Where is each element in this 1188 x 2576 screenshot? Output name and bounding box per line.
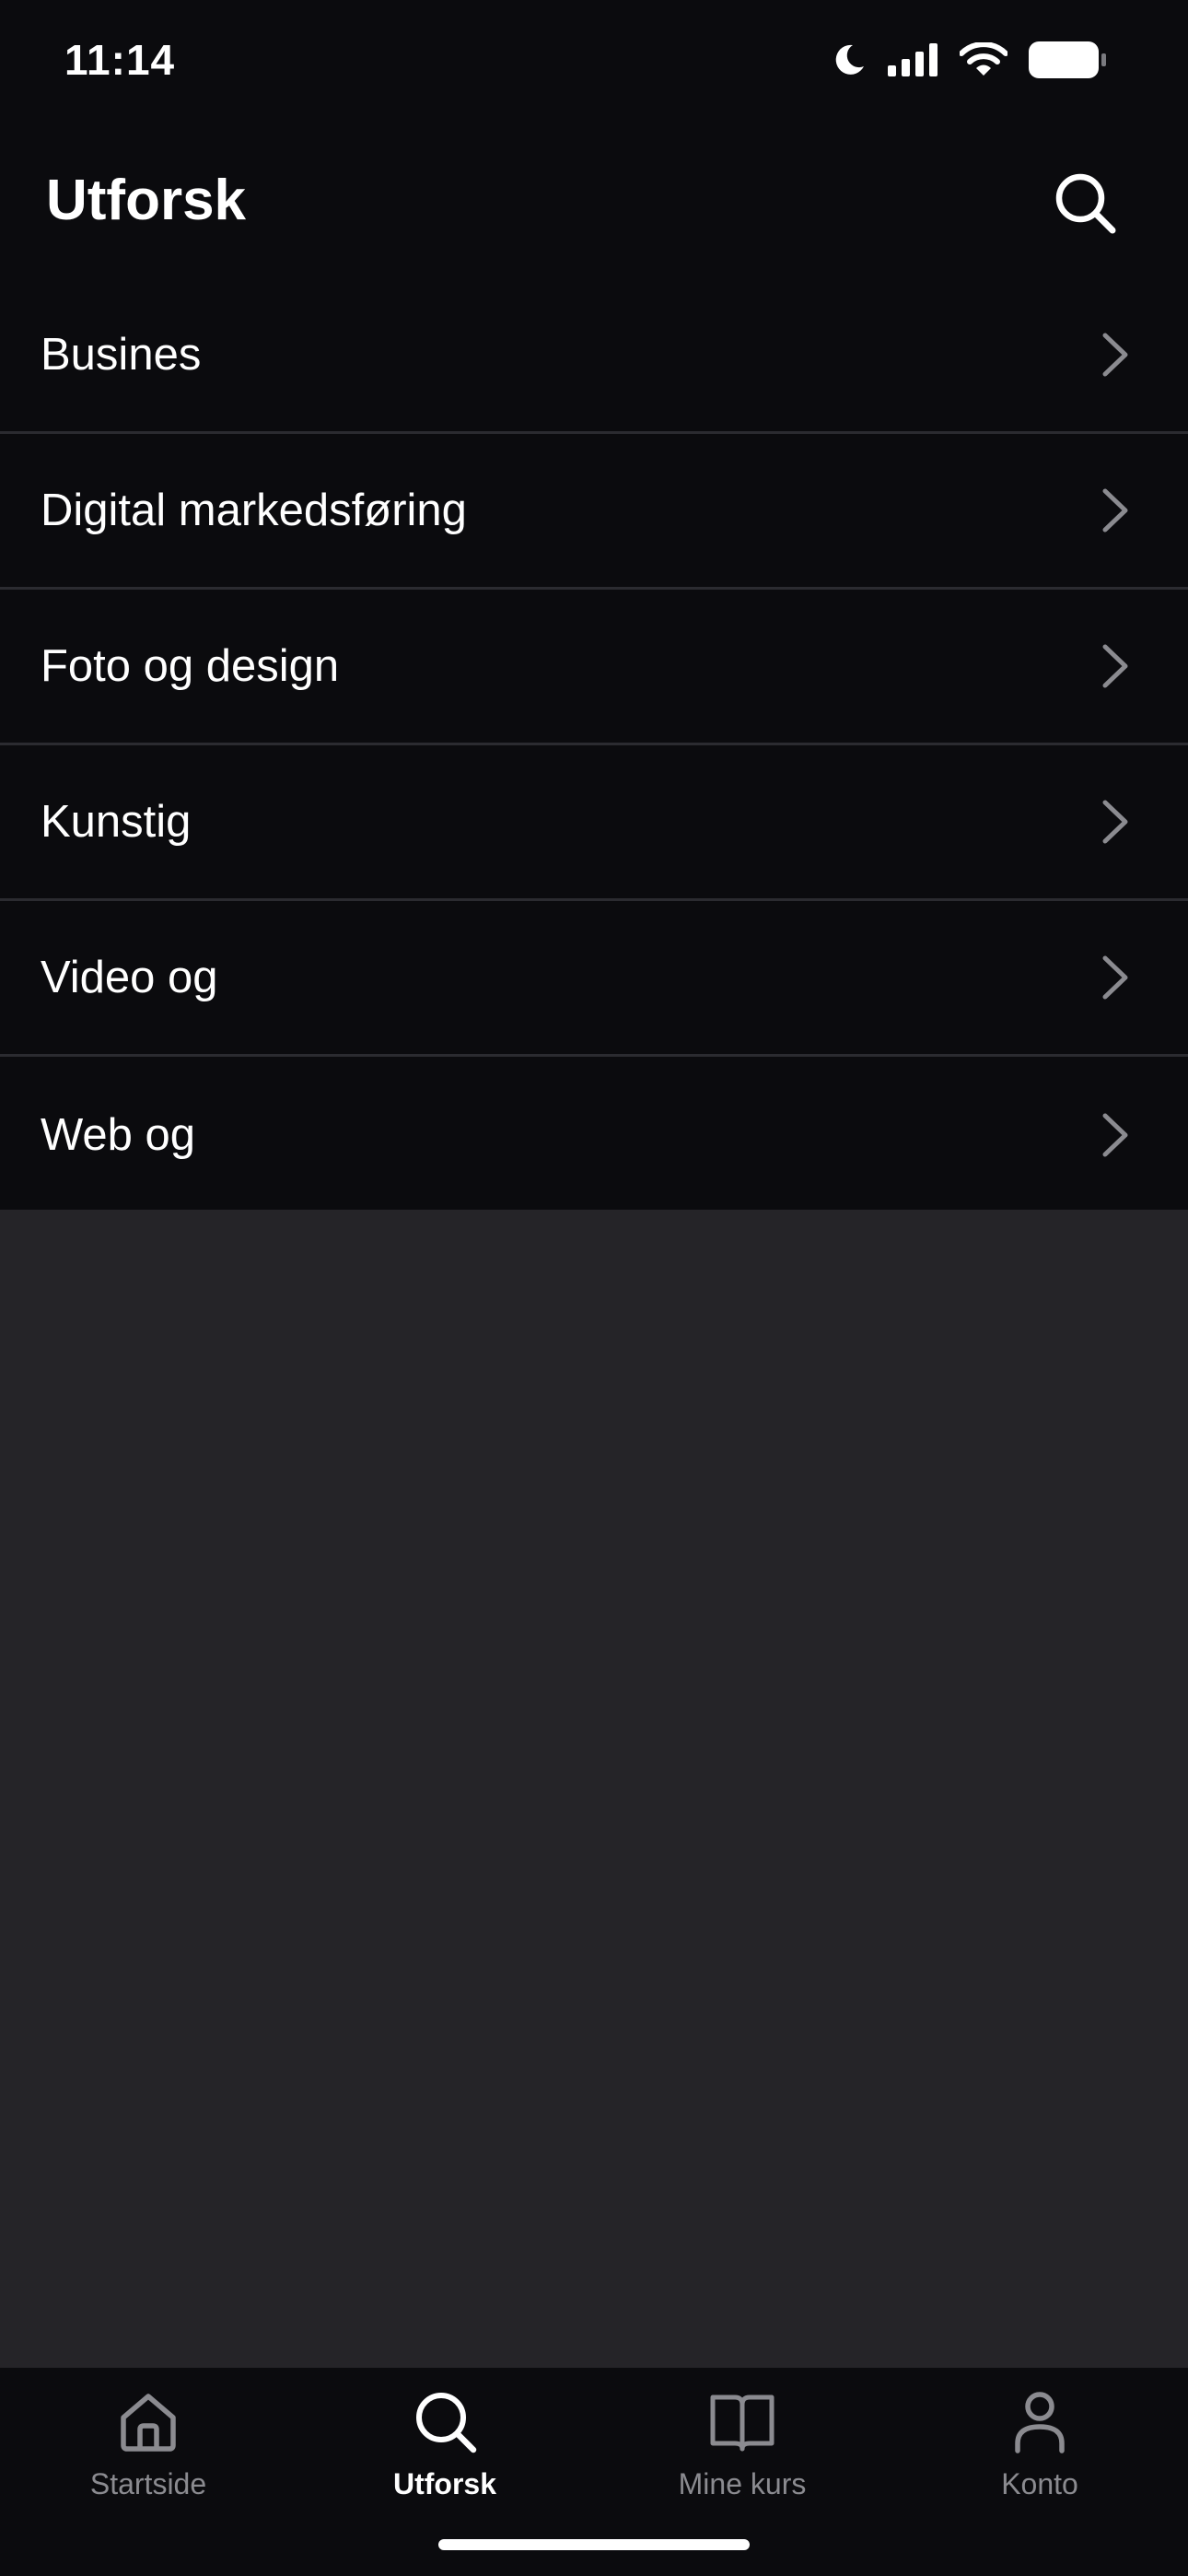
- page-header: Utforsk: [0, 157, 1188, 249]
- search-icon[interactable]: [1052, 170, 1118, 236]
- tab-utforsk[interactable]: Utforsk: [297, 2388, 593, 2508]
- tab-mine-kurs[interactable]: Mine kurs: [594, 2388, 891, 2508]
- search-icon: [416, 2393, 477, 2453]
- category-label: Foto og design: [41, 641, 340, 691]
- category-item-web-og[interactable]: Web og: [0, 1057, 1188, 1212]
- category-item-foto-og-design[interactable]: Foto og design: [0, 590, 1188, 745]
- tab-label: Utforsk: [392, 2467, 496, 2500]
- page-title: Utforsk: [46, 169, 247, 232]
- category-list: Busines Digital markedsføring Foto og de…: [0, 278, 1188, 1212]
- home-indicator: [438, 2539, 750, 2550]
- category-label: Web og: [41, 1109, 195, 1160]
- chevron-right-icon: [1102, 1113, 1128, 1156]
- battery-icon: [1028, 41, 1107, 79]
- book-icon: [710, 2395, 775, 2452]
- category-item-digital-markedsforing[interactable]: Digital markedsføring: [0, 434, 1188, 590]
- home-icon: [121, 2394, 176, 2452]
- chevron-right-icon: [1102, 644, 1128, 688]
- moon-icon: [831, 41, 868, 78]
- chevron-right-icon: [1102, 488, 1128, 533]
- chevron-right-icon: [1102, 955, 1128, 1000]
- category-label: Video og: [41, 953, 218, 1002]
- tab-bar: Startside Utforsk Mine kurs Konto: [0, 2368, 1188, 2576]
- category-label: Kunstig: [41, 797, 192, 847]
- status-bar: 11:14: [0, 0, 1188, 120]
- category-item-video-og[interactable]: Video og: [0, 901, 1188, 1057]
- wifi-icon: [960, 42, 1007, 77]
- cellular-signal-icon: [888, 43, 939, 76]
- chevron-right-icon: [1102, 800, 1128, 844]
- tab-label: Startside: [89, 2467, 207, 2500]
- category-item-busines[interactable]: Busines: [0, 278, 1188, 434]
- status-time: 11:14: [64, 36, 176, 84]
- person-icon: [1015, 2392, 1065, 2453]
- tab-startside[interactable]: Startside: [0, 2388, 297, 2508]
- tab-label: Konto: [1001, 2467, 1078, 2500]
- chevron-right-icon: [1102, 333, 1128, 377]
- category-label: Digital markedsføring: [41, 486, 467, 535]
- category-label: Busines: [41, 330, 202, 380]
- tab-label: Mine kurs: [678, 2467, 807, 2500]
- category-item-kunstig[interactable]: Kunstig: [0, 745, 1188, 901]
- tab-konto[interactable]: Konto: [891, 2388, 1188, 2508]
- status-icons: [831, 37, 1107, 83]
